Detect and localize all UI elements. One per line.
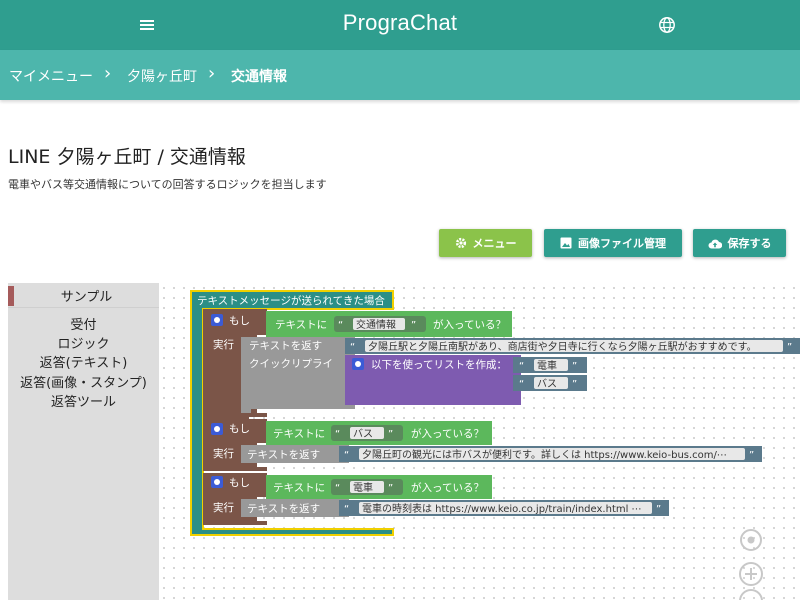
reply-block-1[interactable]: テキストを返す クイックリプライ <box>241 337 355 413</box>
reply-text-value[interactable]: 夕陽丘駅と夕陽丘南駅があり、商店街や夕日寺に行くなら夕陽ヶ丘駅がおすすめです。 <box>368 340 757 353</box>
svg-text:“: “ <box>519 361 524 372</box>
list-block[interactable]: 以下を使ってリストを作成： “ 電車 ” “ バス ” <box>345 355 587 405</box>
svg-text:“: “ <box>519 379 524 390</box>
svg-text:“: “ <box>335 429 340 440</box>
make-list-label: 以下を使ってリストを作成： <box>371 358 507 371</box>
toolbox-category-reply-text[interactable]: 返答(テキスト) <box>8 352 159 371</box>
image-button-label: 画像ファイル管理 <box>578 237 666 250</box>
page-title: LINE 夕陽ヶ丘町 / 交通情報 <box>8 146 246 168</box>
menu-button-label: メニュー <box>472 237 517 250</box>
toolbox-category-reception[interactable]: 受付 <box>8 314 159 333</box>
svg-text:”: ” <box>787 342 792 353</box>
svg-text:”: ” <box>572 361 577 372</box>
svg-text:が入っている？: が入っている？ <box>411 427 484 440</box>
string-block-reply-1[interactable]: “ 夕陽丘駅と夕陽丘南駅があり、商店街や夕日寺に行くなら夕陽ヶ丘駅がおすすめです… <box>345 338 800 354</box>
image-file-manager-button[interactable]: 画像ファイル管理 <box>544 229 682 257</box>
globe-icon <box>659 17 675 33</box>
condition-block-1[interactable]: テキストに “ 交通情報 ” が入っている？ <box>266 311 512 337</box>
svg-text:”: ” <box>388 483 393 494</box>
svg-text:”: ” <box>656 504 661 515</box>
condition-prefix: テキストに <box>275 319 327 331</box>
svg-text:“: “ <box>338 320 343 331</box>
breadcrumb-item-town[interactable]: 夕陽ヶ丘町 <box>127 66 197 86</box>
svg-text:電車[interactable]: 電車 <box>537 359 557 372</box>
save-button[interactable]: 保存する <box>693 229 786 257</box>
quick-reply-label: クイックリプライ <box>249 358 333 370</box>
menu-button[interactable]: メニュー <box>439 229 532 257</box>
breadcrumb-item-current: 交通情報 <box>231 69 287 85</box>
svg-text:“: “ <box>344 504 349 515</box>
svg-text:”: ” <box>388 429 393 440</box>
svg-text:バス[interactable]: バス <box>353 428 373 440</box>
do-label: 実行 <box>213 338 234 351</box>
recenter-button[interactable] <box>740 529 762 551</box>
svg-text:テキストを返す: テキストを返す <box>247 449 320 461</box>
breadcrumb-separator: › <box>104 63 112 84</box>
block-workspace: サンプル 受付 ロジック 返答(テキスト) 返答(画像・スタンプ) 返答ツール … <box>8 283 800 600</box>
toolbox-category-reply-tools[interactable]: 返答ツール <box>8 391 159 410</box>
svg-text:テキストに: テキストに <box>273 482 325 494</box>
svg-text:実行: 実行 <box>213 447 234 460</box>
breadcrumb-separator: › <box>208 63 216 84</box>
block-diagram: テキストメッセージが送られてきた場合 もし 実行 テキストに “ 交通情報 ” … <box>190 290 800 600</box>
svg-text:“: “ <box>335 483 340 494</box>
zoom-in-button[interactable] <box>739 562 763 586</box>
svg-text:電車[interactable]: 電車 <box>353 481 373 494</box>
condition-suffix: が入っている？ <box>433 318 506 331</box>
block-canvas[interactable]: テキストメッセージが送られてきた場合 もし 実行 テキストに “ 交通情報 ” … <box>159 283 800 600</box>
language-button[interactable] <box>652 12 682 38</box>
target-icon <box>747 536 755 544</box>
svg-text:テキストに: テキストに <box>273 428 325 440</box>
toolbox-category-reply-image[interactable]: 返答(画像・スタンプ) <box>8 372 159 391</box>
svg-text:”: ” <box>411 320 416 331</box>
svg-text:”: ” <box>749 450 754 461</box>
gear-icon <box>455 237 466 249</box>
page-description: 電車やバス等交通情報についての回答するロジックを担当します <box>8 178 327 191</box>
svg-text:テキストを返す: テキストを返す <box>247 503 320 515</box>
svg-text:が入っている？: が入っている？ <box>411 481 484 494</box>
svg-text:もし: もし <box>229 423 250 435</box>
svg-text:夕陽丘町の観光には市バスが便利です。詳しくは https:/[interactable]: 夕陽丘町の観光には市バスが便利です。詳しくは https://www.keio-… <box>362 448 727 461</box>
svg-text:“: “ <box>344 450 349 461</box>
condition-block-3[interactable]: テキストに “ 電車 ” が入っている？ <box>266 475 492 499</box>
breadcrumb: マイメニュー › 夕陽ヶ丘町 › 交通情報 <box>0 50 800 100</box>
reply-text-label: テキストを返す <box>249 340 322 352</box>
svg-text:“: “ <box>350 342 355 353</box>
if-label: もし <box>229 315 250 327</box>
svg-text:”: ” <box>572 379 577 390</box>
svg-text:実行: 実行 <box>213 501 234 514</box>
block-toolbox: サンプル 受付 ロジック 返答(テキスト) 返答(画像・スタンプ) 返答ツール <box>8 283 159 600</box>
reply-block-2[interactable]: テキストを返す “ 夕陽丘町の観光には市バスが便利です。詳しくは https:/… <box>241 445 762 463</box>
toolbox-divider <box>8 307 159 308</box>
toolbox-category-logic[interactable]: ロジック <box>8 333 159 352</box>
reply-block-3[interactable]: テキストを返す “ 電車の時刻表は https://www.keio.co.jp… <box>241 499 669 517</box>
cloud-upload-icon <box>708 239 722 248</box>
image-icon <box>560 237 572 249</box>
toolbox-category-sample[interactable]: サンプル <box>8 286 159 306</box>
condition-block-2[interactable]: テキストに “ バス ” が入っている？ <box>266 421 492 445</box>
zoom-out-button[interactable] <box>739 589 763 600</box>
app-bar: PrograChat <box>0 0 800 50</box>
keyword-text[interactable]: 交通情報 <box>356 318 396 331</box>
breadcrumb-item-mymenu[interactable]: マイメニュー <box>9 66 93 86</box>
svg-text:もし: もし <box>229 477 250 489</box>
svg-text:電車の時刻表は https://www.keio.co.jp[interactable]: 電車の時刻表は https://www.keio.co.jp/train/ind… <box>362 502 642 515</box>
svg-text:バス[interactable]: バス <box>537 378 557 390</box>
event-block-label: テキストメッセージが送られてきた場合 <box>197 294 385 307</box>
save-button-label: 保存する <box>727 237 772 250</box>
